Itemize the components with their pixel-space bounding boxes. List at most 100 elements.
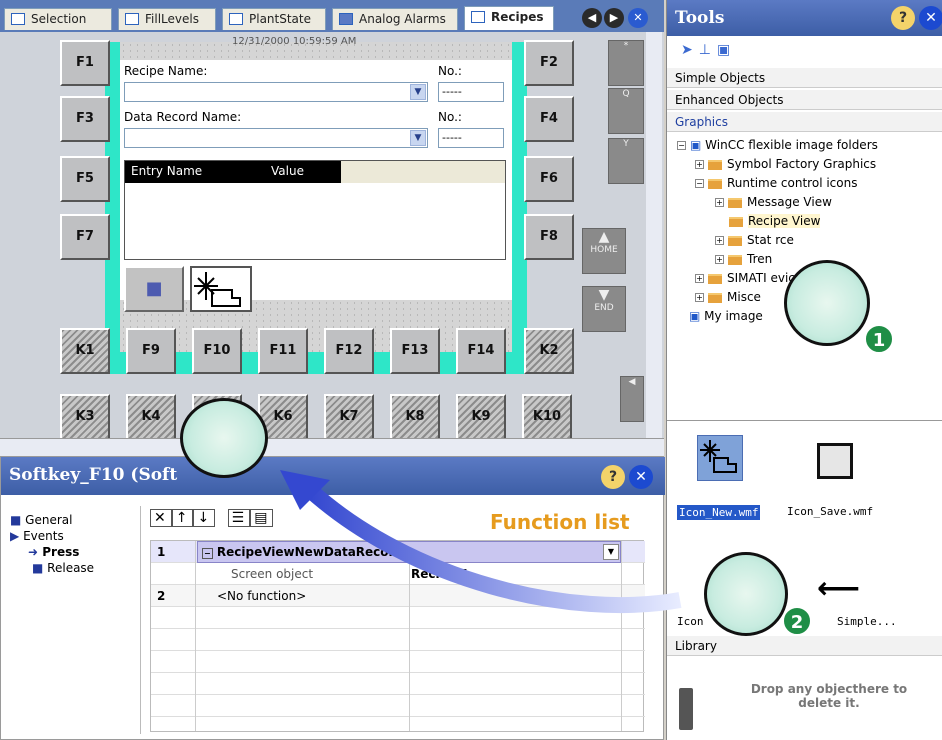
editor-vertical-scrollbar[interactable] (646, 32, 662, 442)
softkey-f6[interactable]: F6 (524, 156, 574, 202)
icon-simple-label[interactable]: Simple... (837, 615, 897, 628)
category-simple-objects[interactable]: Simple Objects (667, 68, 942, 88)
softkey-f10[interactable]: F10 (192, 328, 242, 374)
pointer-icon[interactable]: ➤ (681, 42, 699, 58)
tab-plantstate[interactable]: PlantState (222, 8, 326, 30)
icon-new-thumbnail[interactable] (697, 435, 743, 481)
table-header-empty (341, 161, 505, 183)
library-drop-area[interactable]: Drop any objecthere to delete it. (667, 658, 942, 740)
key-asterisk[interactable]: * (608, 40, 644, 86)
drop-hint: Drop any objecthere to delete it. (750, 682, 908, 710)
editor-horizontal-scrollbar[interactable] (0, 438, 664, 456)
softkey-f7[interactable]: F7 (60, 214, 110, 260)
disk-icon: ■ (145, 278, 163, 299)
trash-icon (679, 688, 693, 730)
tree-item-message-view[interactable]: + Message View (715, 195, 832, 209)
tree-item-miscellaneous[interactable]: + Misce (695, 290, 761, 304)
nav-release[interactable]: ■ Release (10, 560, 94, 576)
move-up-icon[interactable]: ↑ (171, 509, 194, 527)
softkey-f8[interactable]: F8 (524, 214, 574, 260)
save-disk-icon[interactable] (817, 443, 853, 479)
tab-recipes[interactable]: Recipes (464, 6, 554, 30)
category-enhanced-objects[interactable]: Enhanced Objects (667, 90, 942, 110)
folder-icon (708, 159, 722, 170)
delete-function-icon[interactable]: ✕ (150, 509, 172, 527)
folder-icon (728, 197, 742, 208)
softkey-f13[interactable]: F13 (390, 328, 440, 374)
nav-events[interactable]: ▶ Events (10, 528, 94, 544)
record-no-field[interactable]: ----- (438, 128, 504, 148)
column-entry-name: Entry Name (131, 164, 203, 178)
softkey-f2[interactable]: F2 (524, 40, 574, 86)
key-k9[interactable]: K9 (456, 394, 506, 440)
key-k8[interactable]: K8 (390, 394, 440, 440)
recipe-entries-table[interactable]: Entry Name Value (124, 160, 506, 260)
softkey-f12[interactable]: F12 (324, 328, 374, 374)
click-indicator-icon (704, 552, 788, 636)
folder-icon: ▣ (690, 138, 702, 152)
recipe-view[interactable]: Recipe Name: No.: ▼ ----- Data Record Na… (120, 60, 512, 300)
divider (140, 506, 141, 734)
tree-item-wincc-folders[interactable]: − ▣ WinCC flexible image folders (677, 138, 878, 152)
key-end[interactable]: ▼ END (582, 286, 626, 332)
open-folder-icon (729, 216, 743, 227)
tab-filllevels[interactable]: FillLevels (118, 8, 216, 30)
recipe-name-dropdown[interactable]: ▼ (124, 82, 428, 102)
key-k2[interactable]: K2 (524, 328, 574, 374)
softkey-f4[interactable]: F4 (524, 96, 574, 142)
arrow-left-icon: ⟵ (817, 571, 861, 606)
key-home[interactable]: ▲ HOME (582, 228, 626, 274)
library-header[interactable]: Library (667, 636, 942, 656)
tab-selection[interactable]: Selection (4, 8, 112, 30)
recipe-new-button[interactable] (190, 266, 252, 312)
softkey-f5[interactable]: F5 (60, 156, 110, 202)
tree-item-my-images[interactable]: ▣ My image (689, 309, 763, 323)
key-q[interactable]: Q (608, 88, 644, 134)
tree-item-recipe-view[interactable]: Recipe View (729, 214, 821, 228)
record-name-dropdown[interactable]: ▼ (124, 128, 428, 148)
tab-prev-icon[interactable]: ◀ (582, 8, 602, 28)
function-toolbar: ✕ ↑ ↓ ☰ ▤ (150, 509, 274, 527)
key-y[interactable]: Y (608, 138, 644, 184)
recipe-no-field[interactable]: ----- (438, 82, 504, 102)
softkey-f9[interactable]: F9 (126, 328, 176, 374)
help-icon[interactable]: ? (891, 6, 915, 30)
tab-analog-alarms[interactable]: Analog Alarms (332, 8, 458, 30)
screen-editor: 12/31/2000 10:59:59 AM Recipe Name: No.:… (0, 32, 664, 452)
folder-icon (728, 235, 742, 246)
screen-tab-bar: Selection FillLevels PlantState Analog A… (0, 0, 664, 32)
tree-item-trend[interactable]: + Tren (715, 252, 772, 266)
click-indicator-icon (784, 260, 870, 346)
key-left[interactable]: ◀ (620, 376, 644, 422)
category-graphics[interactable]: Graphics (667, 112, 942, 132)
key-k4[interactable]: K4 (126, 394, 176, 440)
key-k7[interactable]: K7 (324, 394, 374, 440)
softkey-f11[interactable]: F11 (258, 328, 308, 374)
move-down-icon[interactable]: ↓ (193, 509, 216, 527)
nav-general[interactable]: ■ General (10, 512, 94, 528)
folder-icon (708, 178, 722, 189)
softkey-f3[interactable]: F3 (60, 96, 110, 142)
close-icon[interactable]: ✕ (919, 6, 942, 30)
tools-toolbar: ➤⊥▣ (667, 36, 750, 66)
tree-item-runtime-control-icons[interactable]: − Runtime control icons (695, 176, 857, 190)
key-k3[interactable]: K3 (60, 394, 110, 440)
key-k1[interactable]: K1 (60, 328, 110, 374)
icon-save-label[interactable]: Icon_Save.wmf (787, 505, 873, 518)
close-tab-icon[interactable]: ✕ (628, 8, 648, 28)
tree-item-status-force[interactable]: + Stat rce (715, 233, 794, 247)
recipe-save-button[interactable]: ■ (124, 266, 184, 312)
nav-press[interactable]: ➜ Press (10, 544, 94, 560)
date-time-field: 12/31/2000 10:59:59 AM (232, 36, 357, 47)
add-folder-icon[interactable]: ⊥ (699, 42, 717, 58)
key-k10[interactable]: K10 (522, 394, 572, 440)
collapse-icon: − (202, 548, 213, 559)
tab-next-icon[interactable]: ▶ (604, 8, 624, 28)
graphic-icon[interactable]: ▣ (717, 42, 736, 58)
list-view-icon[interactable]: ☰ (227, 509, 251, 527)
record-name-label: Data Record Name: (124, 110, 242, 124)
tree-item-symbol-factory[interactable]: + Symbol Factory Graphics (695, 157, 876, 171)
alarm-screen-icon (339, 13, 353, 25)
softkey-f14[interactable]: F14 (456, 328, 506, 374)
softkey-f1[interactable]: F1 (60, 40, 110, 86)
